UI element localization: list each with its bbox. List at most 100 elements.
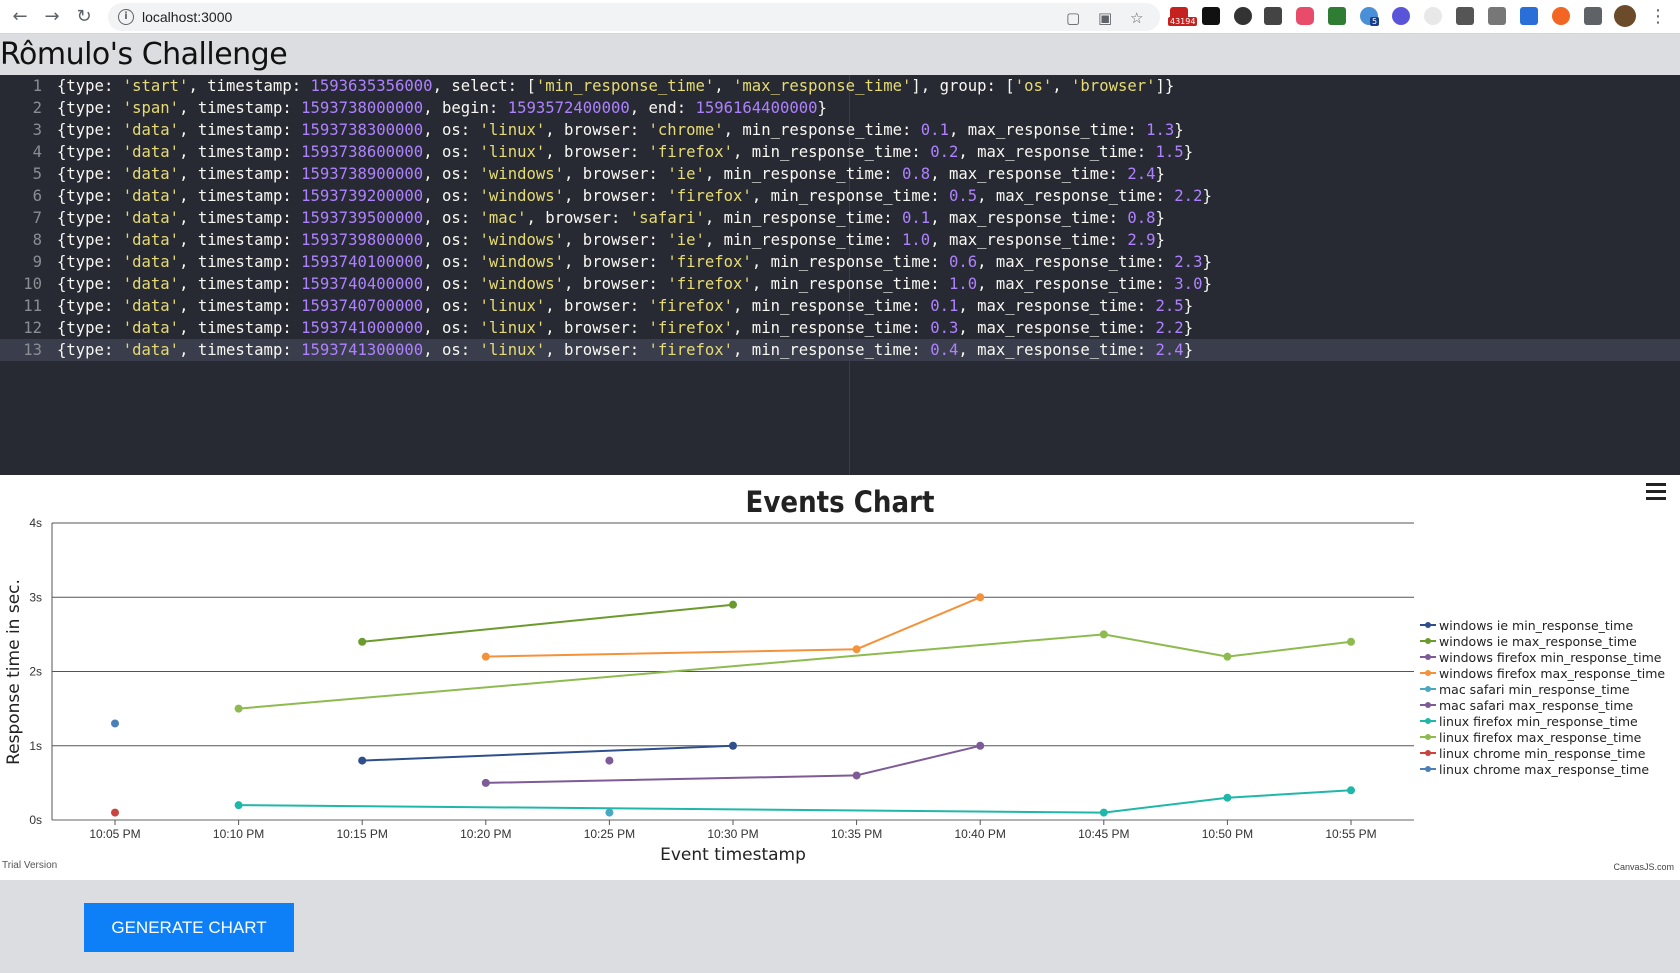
legend-marker-dot xyxy=(1425,766,1431,772)
line-number: 11 xyxy=(23,297,42,315)
code-line[interactable]: 10 {type: 'data', timestamp: 159374040000… xyxy=(0,273,1680,295)
browser-toolbar: ← → ↻ i localhost:3000 ▢ ▣ ☆ 43194 5 ⋮ xyxy=(0,0,1680,34)
number-token: 0.6 xyxy=(948,253,978,271)
line-number: 5 xyxy=(32,165,42,183)
data-point xyxy=(852,645,861,654)
data-point xyxy=(1099,808,1108,817)
translate-icon[interactable]: ▣ xyxy=(1098,9,1112,27)
data-point xyxy=(976,593,985,602)
grid-extension-icon[interactable] xyxy=(1264,7,1282,25)
x-tick-label: 10:40 PM xyxy=(955,827,1006,841)
number-token: 2.4 xyxy=(1155,341,1184,359)
number-token: 1.0 xyxy=(902,231,931,249)
code-token: {type: xyxy=(57,253,123,271)
code-token: } xyxy=(1155,231,1165,249)
code-token: } xyxy=(1183,341,1194,359)
x-tick-label: 10:05 PM xyxy=(89,827,140,841)
series-line xyxy=(362,603,734,643)
back-icon[interactable]: ← xyxy=(8,5,32,29)
code-token: , timestamp: xyxy=(179,99,302,117)
legend-item: linux chrome max_response_time xyxy=(1439,762,1649,777)
code-line[interactable]: 9 {type: 'data', timestamp: 1593740100000… xyxy=(0,251,1680,273)
code-token: {type: xyxy=(57,209,123,227)
line-number: 4 xyxy=(32,143,42,161)
code-token: } xyxy=(1202,253,1212,271)
puzzle-extensions-icon[interactable] xyxy=(1584,7,1602,25)
code-token: } xyxy=(817,99,827,117)
x-tick-label: 10:55 PM xyxy=(1325,827,1376,841)
generate-chart-button[interactable]: GENERATE CHART xyxy=(84,903,294,952)
string-token: 'linux' xyxy=(479,143,546,161)
forward-icon[interactable]: → xyxy=(40,5,64,29)
camera-extension-icon[interactable] xyxy=(1488,7,1506,25)
code-token: , timestamp: xyxy=(188,77,311,95)
data-point xyxy=(358,756,367,765)
legend-item: linux chrome min_response_time xyxy=(1439,746,1646,761)
line-number: 9 xyxy=(32,253,42,271)
code-token: , max_response_time: xyxy=(958,297,1156,315)
string-token: 'linux' xyxy=(479,319,546,337)
series-line xyxy=(485,744,981,784)
code-line[interactable]: 7 {type: 'data', timestamp: 1593739500000… xyxy=(0,207,1680,229)
pen-extension-icon[interactable] xyxy=(1520,7,1538,25)
code-token: , timestamp: xyxy=(179,319,302,337)
code-line[interactable]: 8 {type: 'data', timestamp: 1593739800000… xyxy=(0,229,1680,251)
y-tick-label: 1s xyxy=(29,739,42,753)
data-point xyxy=(481,778,490,787)
code-token: , browser: xyxy=(526,209,630,227)
string-token: 'firefox' xyxy=(667,253,752,271)
clock-extension-icon[interactable] xyxy=(1424,7,1442,25)
canvasjs-credit-link[interactable]: CanvasJS.com xyxy=(1613,862,1674,872)
code-token: , os: xyxy=(423,341,480,359)
code-line[interactable]: 13 {type: 'data', timestamp: 159374130000… xyxy=(0,339,1680,361)
code-line[interactable]: 5 {type: 'data', timestamp: 1593738900000… xyxy=(0,163,1680,185)
code-token: , os: xyxy=(423,275,480,293)
legend-marker-dot xyxy=(1425,702,1431,708)
data-point xyxy=(729,741,737,750)
line-number: 12 xyxy=(23,319,42,337)
number-token: 2.2 xyxy=(1155,319,1184,337)
data-point xyxy=(976,741,985,750)
data-point xyxy=(605,756,614,765)
code-line[interactable]: 2 {type: 'span', timestamp: 1593738000000… xyxy=(0,97,1680,119)
code-editor[interactable]: 1 {type: 'start', timestamp: 159363535600… xyxy=(0,75,1680,475)
more-menu-icon[interactable]: ⋮ xyxy=(1646,5,1670,29)
string-token: 'firefox' xyxy=(667,187,752,205)
jb-extension-icon[interactable] xyxy=(1202,7,1220,25)
circle-extension-icon[interactable] xyxy=(1234,7,1252,25)
gmail-extension-icon[interactable]: 43194 xyxy=(1168,7,1198,26)
code-text: {type: 'data', timestamp: 1593738600000,… xyxy=(57,141,1193,163)
check-extension-icon[interactable] xyxy=(1392,7,1410,25)
x-tick-label: 10:45 PM xyxy=(1078,827,1129,841)
string-token: 'ie' xyxy=(667,165,705,183)
number-token: 1593738900000 xyxy=(301,165,424,183)
code-line[interactable]: 11 {type: 'data', timestamp: 159374070000… xyxy=(0,295,1680,317)
string-token: 'browser' xyxy=(1071,77,1156,95)
signal-extension-icon[interactable] xyxy=(1456,7,1474,25)
code-line[interactable]: 3 {type: 'data', timestamp: 1593738300000… xyxy=(0,119,1680,141)
cast-icon[interactable]: ▢ xyxy=(1066,9,1080,27)
address-bar[interactable]: i localhost:3000 ▢ ▣ ☆ xyxy=(108,3,1160,31)
plus-extension-icon[interactable] xyxy=(1552,7,1570,25)
code-line[interactable]: 6 {type: 'data', timestamp: 1593739200000… xyxy=(0,185,1680,207)
code-text: {type: 'data', timestamp: 1593739800000,… xyxy=(57,229,1165,251)
globe-extension-icon[interactable]: 5 xyxy=(1360,7,1380,26)
pocket-extension-icon[interactable] xyxy=(1296,7,1314,25)
code-token: } xyxy=(1155,209,1165,227)
site-info-icon[interactable]: i xyxy=(118,9,134,25)
screen-extension-icon[interactable] xyxy=(1328,7,1346,25)
code-text: {type: 'data', timestamp: 1593740400000,… xyxy=(57,273,1212,295)
bookmark-star-icon[interactable]: ☆ xyxy=(1130,9,1143,27)
profile-avatar[interactable] xyxy=(1614,5,1636,27)
chart-menu-icon[interactable] xyxy=(1646,483,1666,501)
reload-icon[interactable]: ↻ xyxy=(72,5,96,29)
string-token: 'chrome' xyxy=(648,121,724,139)
data-point xyxy=(1223,652,1232,661)
data-point xyxy=(111,808,119,817)
number-token: 1593739500000 xyxy=(301,209,424,227)
code-line[interactable]: 12 {type: 'data', timestamp: 159374100000… xyxy=(0,317,1680,339)
code-line[interactable]: 4 {type: 'data', timestamp: 1593738600000… xyxy=(0,141,1680,163)
code-line[interactable]: 1 {type: 'start', timestamp: 159363535600… xyxy=(0,75,1680,97)
code-token: , xyxy=(714,77,734,95)
number-token: 0.4 xyxy=(930,341,959,359)
